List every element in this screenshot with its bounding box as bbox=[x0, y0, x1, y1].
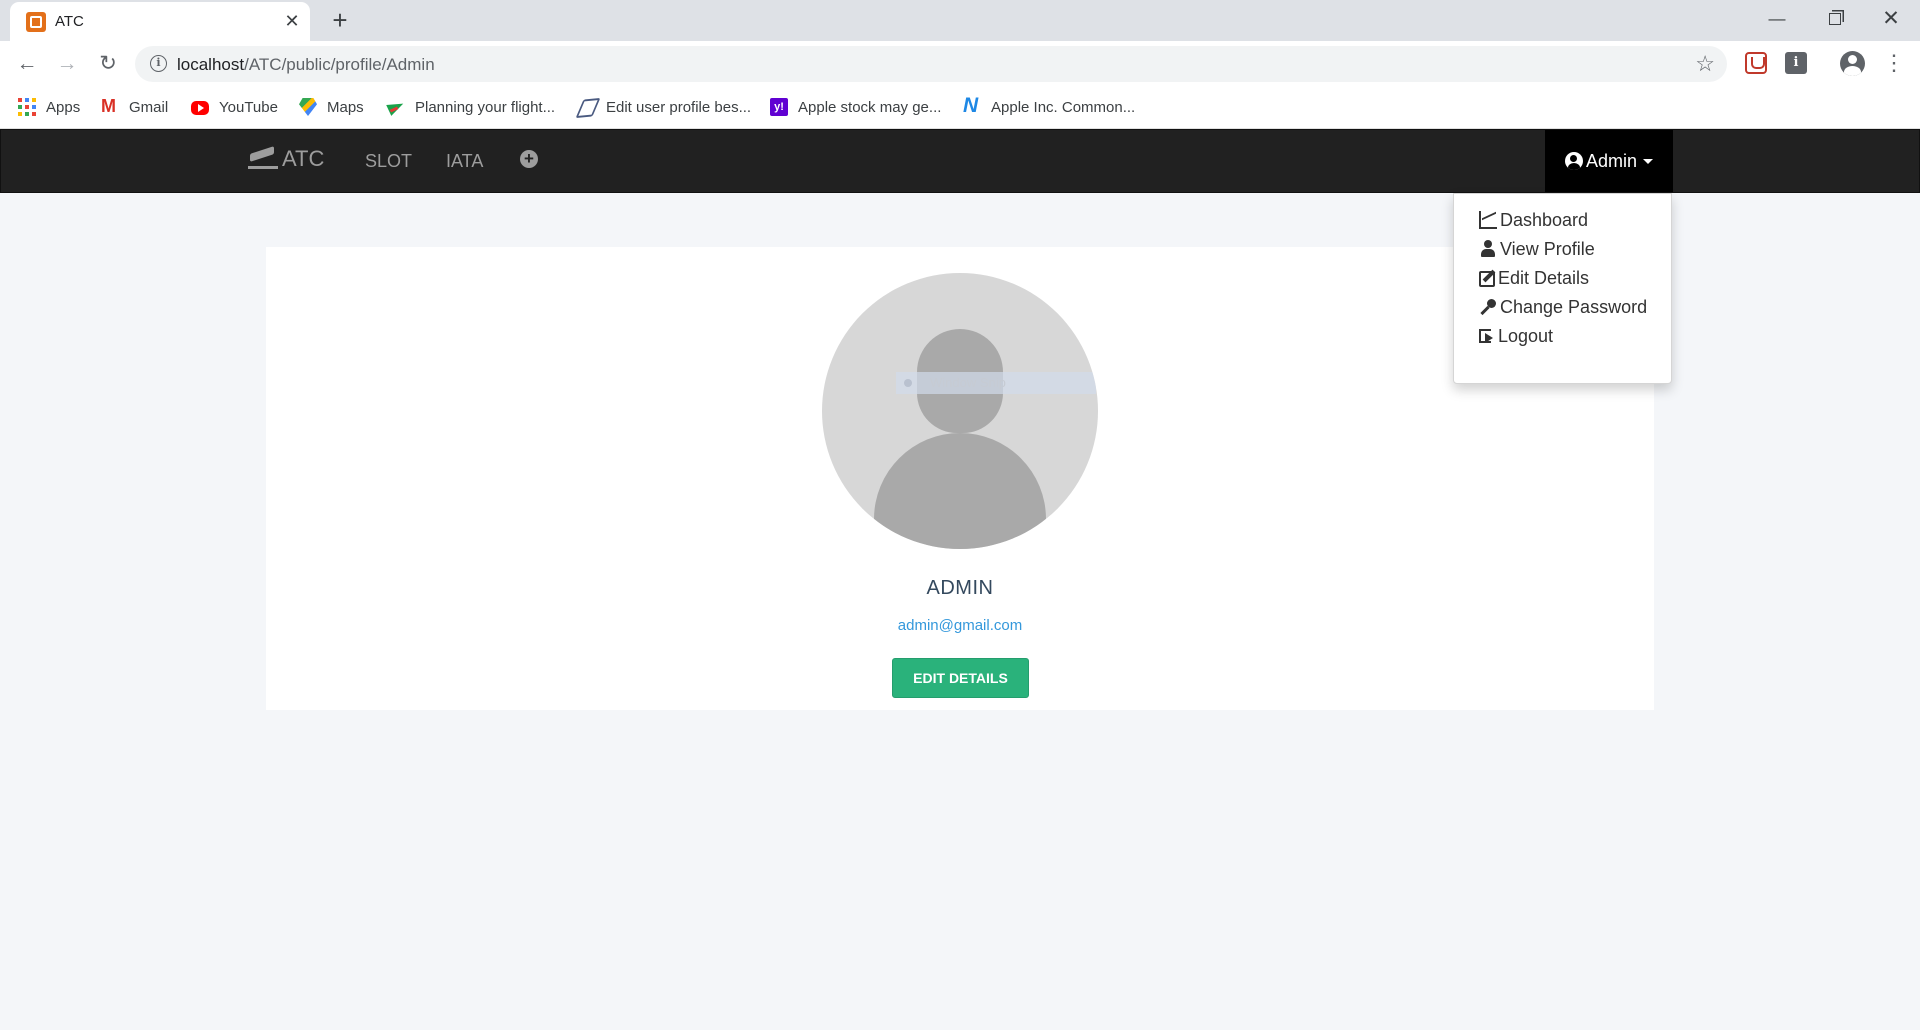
window-snip-overlay: Window Snip bbox=[896, 372, 1096, 394]
nav-link-iata[interactable]: IATA bbox=[446, 151, 483, 172]
user-menu-toggle[interactable]: Admin bbox=[1545, 130, 1673, 192]
window-restore-button[interactable] bbox=[1806, 0, 1864, 38]
bookmark-label: Edit user profile bes... bbox=[606, 98, 752, 116]
back-arrow-icon[interactable]: ← bbox=[13, 50, 41, 78]
bookmark-label: Apple Inc. Common... bbox=[991, 98, 1136, 116]
url-path: /ATC/public/profile/Admin bbox=[244, 55, 435, 74]
edit-icon bbox=[1479, 271, 1495, 287]
yahoo-icon bbox=[770, 98, 788, 116]
bookmark-edit-profile[interactable]: Edit user profile bes... bbox=[578, 95, 751, 119]
user-menu-label: Admin bbox=[1585, 150, 1638, 171]
plane-departure-icon bbox=[248, 148, 278, 170]
bookmark-label: Planning your flight... bbox=[415, 98, 556, 116]
sign-out-icon bbox=[1479, 329, 1493, 343]
menu-item-logout[interactable]: Logout bbox=[1479, 322, 1553, 350]
edit-details-button[interactable]: EDIT DETAILS bbox=[892, 658, 1029, 698]
menu-item-label: Logout bbox=[1498, 325, 1554, 346]
plane-icon bbox=[387, 98, 405, 116]
bookmark-maps[interactable]: Maps bbox=[299, 95, 364, 119]
bookmark-youtube[interactable]: YouTube bbox=[191, 95, 278, 119]
reload-icon[interactable]: ↻ bbox=[94, 50, 122, 78]
menu-item-dashboard[interactable]: Dashboard bbox=[1479, 206, 1588, 234]
app-navbar: ATC SLOT IATA + Admin bbox=[0, 129, 1920, 193]
menu-item-label: Edit Details bbox=[1498, 267, 1590, 288]
extension-info-icon[interactable]: i bbox=[1785, 52, 1807, 74]
account-icon[interactable] bbox=[1840, 51, 1865, 76]
menu-item-edit-details[interactable]: Edit Details bbox=[1479, 264, 1589, 292]
avatar-body bbox=[874, 433, 1046, 549]
bookmarks-bar: Apps Gmail YouTube Maps Planning your fl… bbox=[0, 87, 1920, 129]
address-bar[interactable]: i localhost/ATC/public/profile/Admin ☆ bbox=[135, 46, 1727, 82]
tab-title: ATC bbox=[55, 13, 84, 30]
bookmark-star-icon[interactable]: ☆ bbox=[1695, 51, 1715, 77]
line-chart-icon bbox=[1479, 211, 1497, 229]
user-icon bbox=[1479, 240, 1497, 258]
bookmark-apple-stock[interactable]: Apple stock may ge... bbox=[770, 95, 941, 119]
forward-arrow-icon[interactable]: → bbox=[53, 50, 81, 78]
nav-link-slot[interactable]: SLOT bbox=[365, 151, 412, 172]
menu-item-label: Change Password bbox=[1500, 296, 1648, 317]
maps-icon bbox=[299, 98, 317, 116]
url-text[interactable]: localhost/ATC/public/profile/Admin bbox=[177, 55, 435, 75]
gmail-icon bbox=[101, 96, 119, 117]
bookmark-apple-common[interactable]: Apple Inc. Common... bbox=[963, 94, 1136, 119]
xampp-favicon-icon bbox=[26, 12, 46, 32]
key-icon bbox=[1479, 298, 1497, 316]
menu-item-change-password[interactable]: Change Password bbox=[1479, 293, 1647, 321]
menu-item-label: Dashboard bbox=[1500, 209, 1589, 230]
browser-tab[interactable]: ATC ✕ bbox=[10, 2, 310, 41]
menu-item-view-profile[interactable]: View Profile bbox=[1479, 235, 1595, 263]
bookmark-label: Apps bbox=[46, 98, 81, 116]
profile-name: ADMIN bbox=[926, 577, 994, 599]
user-circle-icon bbox=[1564, 152, 1583, 170]
bookmark-apps[interactable]: Apps bbox=[18, 95, 80, 119]
apps-grid-icon bbox=[18, 98, 36, 116]
bookmark-label: YouTube bbox=[219, 98, 278, 116]
new-tab-button[interactable]: + bbox=[325, 6, 355, 36]
plus-circle-icon[interactable]: + bbox=[520, 150, 538, 168]
bookmark-label: Gmail bbox=[129, 98, 169, 116]
profile-card: Window Snip ADMIN admin@gmail.com EDIT D… bbox=[266, 247, 1654, 710]
extension-shield-icon[interactable] bbox=[1745, 52, 1767, 74]
brand-link[interactable]: ATC bbox=[248, 146, 324, 172]
tab-close-icon[interactable]: ✕ bbox=[280, 9, 304, 33]
avatar: Window Snip bbox=[822, 273, 1098, 549]
profile-email[interactable]: admin@gmail.com bbox=[266, 617, 1654, 634]
bookmark-gmail[interactable]: Gmail bbox=[101, 95, 168, 119]
bookmark-label: Maps bbox=[327, 98, 364, 116]
youtube-icon bbox=[191, 101, 209, 115]
stock-icon bbox=[963, 94, 981, 118]
menu-item-label: View Profile bbox=[1500, 238, 1595, 259]
site-info-icon[interactable]: i bbox=[150, 55, 167, 72]
browser-menu-icon[interactable]: ⋮ bbox=[1883, 50, 1905, 76]
bookmark-planning-flight[interactable]: Planning your flight... bbox=[387, 95, 555, 119]
browser-toolbar: ← → ↻ i localhost/ATC/public/profile/Adm… bbox=[0, 41, 1920, 87]
brand-text: ATC bbox=[282, 146, 325, 171]
send-icon bbox=[578, 98, 596, 116]
window-minimize-button[interactable]: — bbox=[1748, 0, 1806, 38]
url-host: localhost bbox=[177, 55, 245, 74]
window-close-button[interactable]: ✕ bbox=[1862, 0, 1920, 38]
user-dropdown-menu: Dashboard View Profile Edit Details Chan… bbox=[1453, 193, 1672, 384]
browser-tab-strip: ATC ✕ + — ✕ bbox=[0, 0, 1920, 41]
caret-down-icon bbox=[1643, 158, 1654, 164]
bookmark-label: Apple stock may ge... bbox=[798, 98, 942, 116]
